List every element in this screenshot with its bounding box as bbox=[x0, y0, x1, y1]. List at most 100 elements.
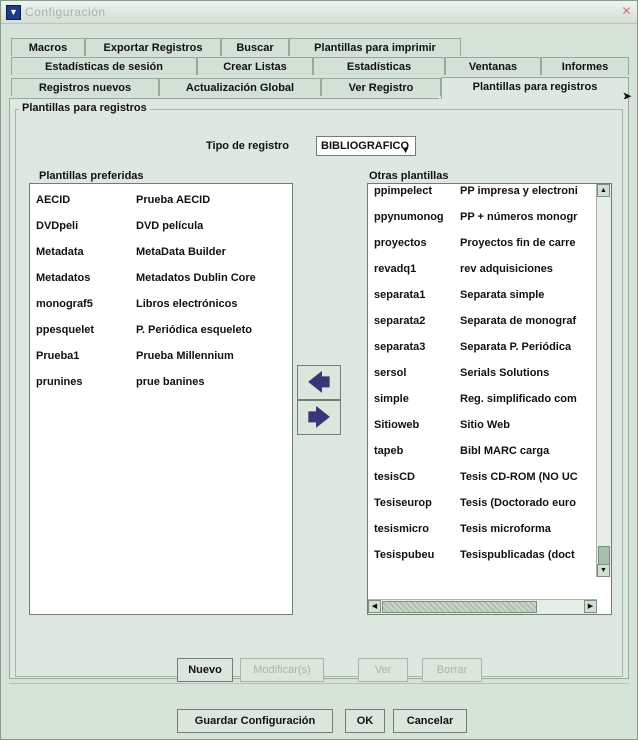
template-code: ppimpelect bbox=[374, 185, 433, 197]
template-code: proyectos bbox=[374, 237, 427, 249]
window-title: Configuración bbox=[25, 5, 106, 19]
horizontal-scroll-thumb[interactable] bbox=[382, 601, 537, 613]
other-templates-list[interactable]: Tesispubeu Tesispublicadas (doct tesismicr… bbox=[367, 183, 612, 615]
tab-registros-nuevos[interactable]: Registros nuevos bbox=[11, 78, 159, 96]
list-item[interactable]: AECID Prueba AECID bbox=[30, 189, 292, 211]
tab-crear-listas[interactable]: Crear Listas bbox=[197, 57, 313, 75]
list-item[interactable]: ppesquelet P. Periódica esqueleto bbox=[30, 319, 292, 341]
list-item[interactable]: Tesiseurop Tesis (Doctorado euro bbox=[368, 492, 611, 514]
list-item[interactable]: Tesispubeu Tesispublicadas (doct bbox=[368, 544, 611, 566]
list-item[interactable]: prunines prue banines bbox=[30, 371, 292, 393]
tab-estadisticas[interactable]: Estadísticas bbox=[313, 57, 445, 75]
tab-ver-registro[interactable]: Ver Registro bbox=[321, 78, 441, 96]
list-item[interactable]: tesismicro Tesis microforma bbox=[368, 518, 611, 540]
scroll-thumb[interactable] bbox=[598, 546, 610, 566]
tab-buscar[interactable]: Buscar bbox=[221, 38, 289, 56]
app-icon: ▼ bbox=[6, 5, 21, 20]
list-item[interactable]: Prueba1 Prueba Millennium bbox=[30, 345, 292, 367]
list-item[interactable]: separata1 Separata simple bbox=[368, 284, 611, 306]
template-code: Tesiseurop bbox=[374, 497, 432, 509]
template-description: DVD película bbox=[136, 220, 204, 232]
move-left-button[interactable]: 🡄 bbox=[297, 365, 341, 400]
tab-macros[interactable]: Macros bbox=[11, 38, 85, 56]
template-code: Tesispubeu bbox=[374, 549, 435, 561]
modificar-button[interactable]: Modificar(s) bbox=[240, 658, 324, 682]
template-code: Metadata bbox=[36, 246, 84, 258]
template-description: prue banines bbox=[136, 376, 205, 388]
template-code: prunines bbox=[36, 376, 83, 388]
template-description: PP impresa y electroni bbox=[460, 185, 578, 197]
tab-informes[interactable]: Informes bbox=[541, 57, 629, 75]
bottom-separator bbox=[9, 683, 629, 684]
template-code: sersol bbox=[374, 367, 407, 379]
tab-ventanas[interactable]: Ventanas bbox=[445, 57, 541, 75]
list-item[interactable]: separata2 Separata de monograf bbox=[368, 310, 611, 332]
template-description: Bibl MARC carga bbox=[460, 445, 550, 457]
template-description: P. Periódica esqueleto bbox=[136, 324, 252, 336]
list-item[interactable]: ppimpelect PP impresa y electroni bbox=[368, 184, 611, 202]
list-item[interactable]: separata3 Separata P. Periódica bbox=[368, 336, 611, 358]
borrar-button[interactable]: Borrar bbox=[422, 658, 482, 682]
list-item[interactable]: revadq1 rev adquisiciones bbox=[368, 258, 611, 280]
template-code: Metadatos bbox=[36, 272, 91, 284]
template-description: Metadatos Dublin Core bbox=[136, 272, 256, 284]
template-description: Separata simple bbox=[460, 289, 545, 301]
template-description: MetaData Builder bbox=[136, 246, 226, 258]
template-description: Tesis CD-ROM (NO UC bbox=[460, 471, 578, 483]
template-description: Prueba Millennium bbox=[136, 350, 234, 362]
title-bar[interactable]: ▼ Configuración ✕ bbox=[1, 1, 637, 24]
cancelar-button[interactable]: Cancelar bbox=[393, 709, 467, 733]
record-type-select[interactable]: BIBLIOGRAFICO ▼ bbox=[316, 136, 416, 156]
list-item[interactable]: tesisCD Tesis CD-ROM (NO UC bbox=[368, 466, 611, 488]
other-label: Otras plantillas bbox=[369, 170, 449, 182]
scroll-up-icon[interactable]: ▲ bbox=[597, 184, 610, 197]
template-code: separata2 bbox=[374, 315, 426, 327]
template-code: ppynumonog bbox=[374, 211, 444, 223]
list-item[interactable]: sersol Serials Solutions bbox=[368, 362, 611, 384]
template-description: Serials Solutions bbox=[460, 367, 550, 379]
template-code: tapeb bbox=[374, 445, 404, 457]
nuevo-button[interactable]: Nuevo bbox=[177, 658, 233, 682]
tab-estadisticas-sesion[interactable]: Estadísticas de sesión bbox=[11, 57, 197, 75]
list-item[interactable]: tapeb Bibl MARC carga bbox=[368, 440, 611, 462]
template-code: ppesquelet bbox=[36, 324, 95, 336]
guardar-configuracion-button[interactable]: Guardar Configuración bbox=[177, 709, 333, 733]
ok-button[interactable]: OK bbox=[345, 709, 385, 733]
template-code: AECID bbox=[36, 194, 71, 206]
template-description: Sitio Web bbox=[460, 419, 510, 431]
template-description: rev adquisiciones bbox=[460, 263, 553, 275]
scroll-down-icon[interactable]: ▼ bbox=[597, 564, 610, 577]
list-item[interactable]: ppynumonog PP + números monogr bbox=[368, 206, 611, 228]
vertical-scrollbar[interactable]: ▲ ▼ bbox=[596, 184, 611, 577]
tab-plantillas-registros[interactable]: Plantillas para registros bbox=[441, 77, 629, 99]
template-description: Proyectos fin de carre bbox=[460, 237, 576, 249]
move-right-button[interactable]: 🡆 bbox=[297, 400, 341, 435]
preferred-templates-list[interactable]: prunines prue banines Prueba1 Prueba Millen… bbox=[29, 183, 293, 615]
preferred-label: Plantillas preferidas bbox=[39, 170, 144, 182]
template-code: DVDpeli bbox=[36, 220, 79, 232]
template-description: Separata de monograf bbox=[460, 315, 577, 327]
list-item[interactable]: DVDpeli DVD película bbox=[30, 215, 292, 237]
list-item[interactable]: proyectos Proyectos fin de carre bbox=[368, 232, 611, 254]
list-item[interactable]: monograf5 Libros electrónicos bbox=[30, 293, 292, 315]
list-item[interactable]: Sitioweb Sitio Web bbox=[368, 414, 611, 436]
template-code: tesismicro bbox=[374, 523, 430, 535]
template-code: separata1 bbox=[374, 289, 426, 301]
chevron-down-icon: ▼ bbox=[401, 145, 410, 155]
close-icon[interactable]: ✕ bbox=[620, 5, 633, 18]
list-item[interactable]: simple Reg. simplificado com bbox=[368, 388, 611, 410]
template-description: Separata P. Periódica bbox=[460, 341, 572, 353]
ver-button[interactable]: Ver bbox=[358, 658, 408, 682]
tab-plantillas-imprimir[interactable]: Plantillas para imprimir bbox=[289, 38, 461, 56]
template-description: Prueba AECID bbox=[136, 194, 211, 206]
scroll-right-icon[interactable]: ▶ bbox=[584, 600, 597, 613]
template-code: tesisCD bbox=[374, 471, 415, 483]
horizontal-scrollbar[interactable]: ◀ ▶ bbox=[368, 599, 597, 614]
scroll-left-icon[interactable]: ◀ bbox=[368, 600, 381, 613]
tab-exportar-registros[interactable]: Exportar Registros bbox=[85, 38, 221, 56]
group-label: Plantillas para registros bbox=[19, 102, 150, 114]
record-type-label: Tipo de registro bbox=[206, 140, 289, 152]
list-item[interactable]: Metadatos Metadatos Dublin Core bbox=[30, 267, 292, 289]
list-item[interactable]: Metadata MetaData Builder bbox=[30, 241, 292, 263]
tab-actualizacion-global[interactable]: Actualización Global bbox=[159, 78, 321, 96]
